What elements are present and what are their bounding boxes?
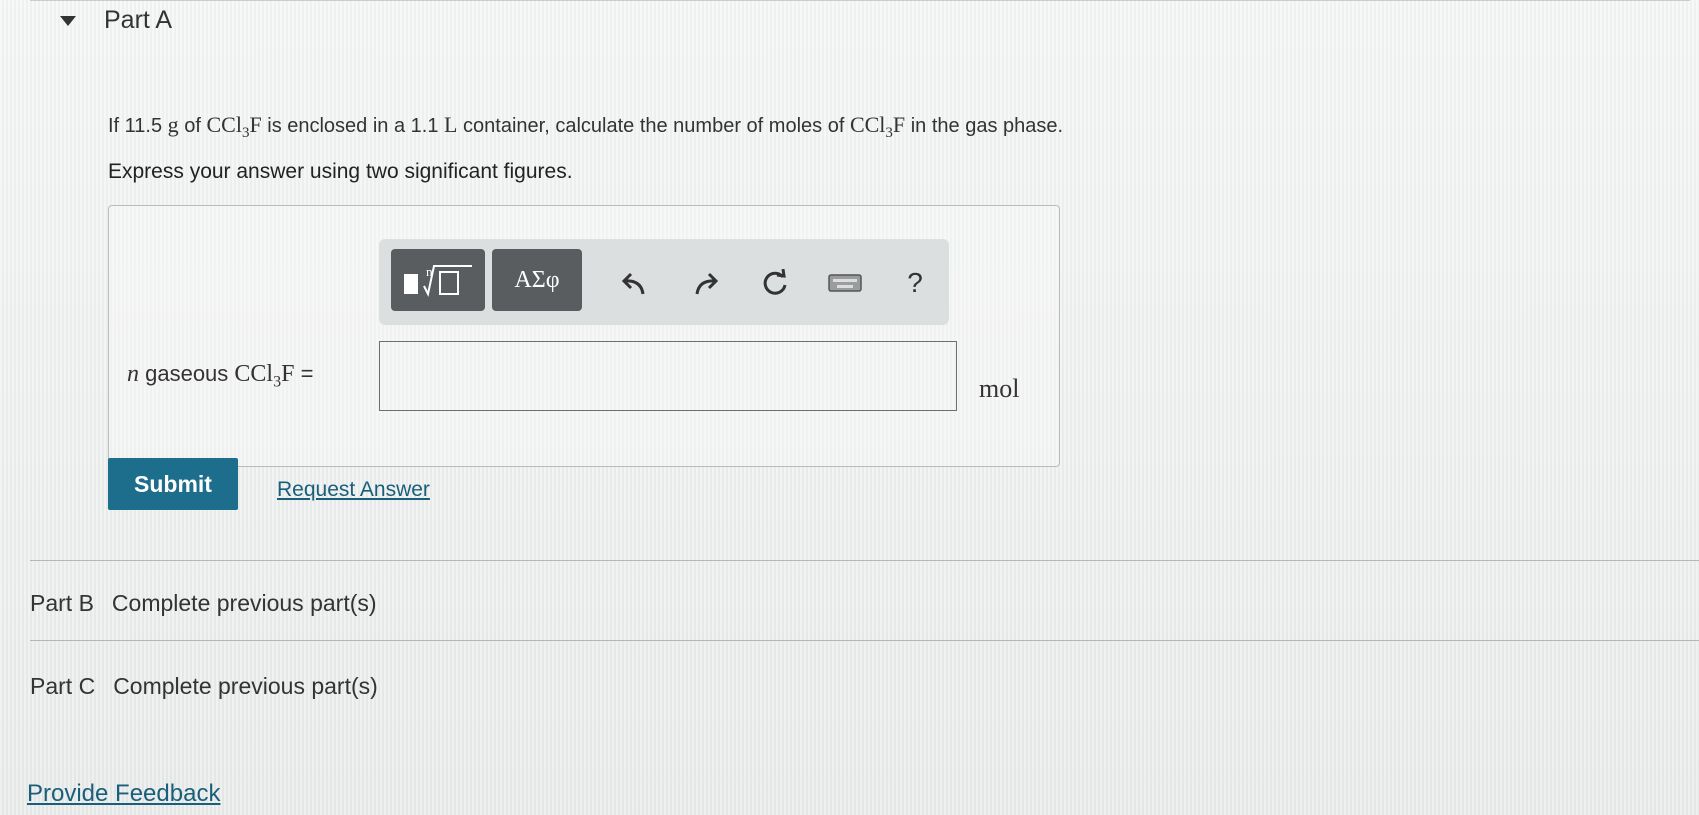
variable-label: n gaseous CCl3F = [127, 361, 314, 391]
part-c-row[interactable]: Part C Complete previous part(s) [30, 673, 378, 700]
provide-feedback-link[interactable]: Provide Feedback [27, 780, 220, 808]
templates-icon: n [404, 264, 472, 297]
math-toolbar: n ΑΣφ ? [379, 239, 949, 325]
divider-part-c [30, 640, 1699, 641]
keyboard-icon[interactable] [825, 263, 865, 303]
templates-button[interactable]: n [391, 249, 485, 311]
submit-button[interactable]: Submit [108, 458, 238, 510]
part-a-title: Part A [104, 6, 173, 34]
collapse-caret-icon[interactable] [60, 15, 76, 26]
part-b-status: Complete previous part(s) [111, 590, 377, 616]
undo-icon[interactable] [615, 263, 655, 303]
part-b-row[interactable]: Part B Complete previous part(s) [30, 590, 377, 617]
part-c-status: Complete previous part(s) [113, 673, 378, 699]
answer-input[interactable] [379, 341, 957, 411]
answer-box: n ΑΣφ ? n gaseous CCl3F = mol [108, 205, 1060, 467]
question-text: If 11.5 g of CCl3F is enclosed in a 1.1 … [108, 112, 1064, 141]
unit-label: mol [979, 374, 1020, 403]
redo-icon[interactable] [685, 263, 725, 303]
instruction-text: Express your answer using two significan… [108, 160, 573, 183]
part-a-header[interactable]: Part A [60, 6, 172, 35]
top-divider [30, 0, 1690, 1]
part-c-label: Part C [30, 673, 96, 699]
page: Part A If 11.5 g of CCl3F is enclosed in… [0, 0, 1699, 815]
part-b-label: Part B [30, 590, 94, 616]
help-button[interactable]: ? [895, 263, 935, 303]
reset-icon[interactable] [755, 263, 795, 303]
request-answer-link[interactable]: Request Answer [277, 478, 430, 502]
divider-part-b [30, 560, 1699, 561]
symbols-button[interactable]: ΑΣφ [492, 249, 582, 311]
